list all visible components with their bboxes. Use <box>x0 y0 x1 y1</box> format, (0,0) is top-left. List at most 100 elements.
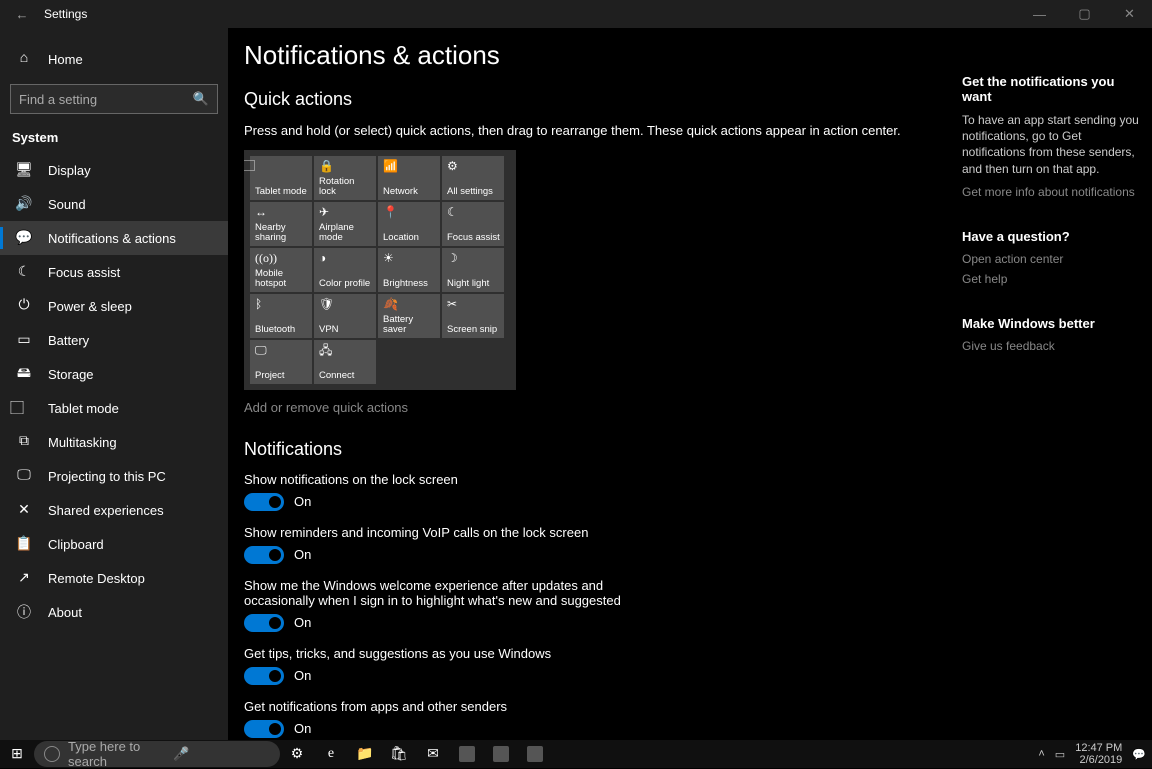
sidebar-item-multitasking[interactable]: ⧉ Multitasking <box>0 425 228 459</box>
qa-icon: ✈ <box>319 206 372 219</box>
link-feedback[interactable]: Give us feedback <box>962 339 1140 353</box>
sidebar-item-about[interactable]: ⓘAbout <box>0 595 228 629</box>
help-title-1: Get the notifications you want <box>962 74 1140 104</box>
clock[interactable]: 12:47 PM 2/6/2019 <box>1075 742 1122 766</box>
sidebar-item-tablet-mode[interactable]: ⃞Tablet mode <box>0 391 228 425</box>
qa-tile-vpn[interactable]: 🛡VPN <box>314 294 376 338</box>
help-body-1: To have an app start sending you notific… <box>962 112 1140 177</box>
tray-battery-icon[interactable]: ▭ <box>1055 748 1065 761</box>
sidebar: ⌂ Home Find a setting 🔍 System 🖥Display🔊… <box>0 28 228 740</box>
qa-tile-color-profile[interactable]: ◑Color profile <box>314 248 376 292</box>
sidebar-item-battery[interactable]: ▭Battery <box>0 323 228 357</box>
home-icon: ⌂ <box>16 51 32 67</box>
nav-icon: 🖴 <box>16 362 32 386</box>
nav-label: Multitasking <box>48 435 117 450</box>
toggle-switch[interactable] <box>244 720 284 738</box>
toggle-state: On <box>294 615 311 630</box>
nav-label: Display <box>48 163 91 178</box>
qa-tile-mobile-hotspot[interactable]: ((o))Mobile hotspot <box>250 248 312 292</box>
qa-label: Airplane mode <box>319 223 372 243</box>
qa-icon: 📶 <box>383 160 436 173</box>
nav-icon: 📋 <box>16 536 32 553</box>
app-teams[interactable] <box>518 740 552 768</box>
nav-label: About <box>48 605 82 620</box>
sidebar-item-power-sleep[interactable]: ⏻Power & sleep <box>0 289 228 323</box>
nav-label: Notifications & actions <box>48 231 176 246</box>
action-center-icon[interactable]: 💬 <box>1132 748 1146 761</box>
sidebar-item-clipboard[interactable]: 📋Clipboard <box>0 527 228 561</box>
qa-label: Focus assist <box>447 233 500 243</box>
qa-icon: ◑ <box>319 252 372 265</box>
tray-chevron-icon[interactable]: ˄ <box>1038 748 1044 760</box>
qa-tile-airplane-mode[interactable]: ✈ Airplane mode <box>314 202 376 246</box>
toggle-label: Show reminders and incoming VoIP calls o… <box>244 525 674 540</box>
quick-actions-grid: ⃞Tablet mode🔒Rotation lock📶Network⚙All s… <box>244 150 516 390</box>
search-input[interactable]: Find a setting 🔍 <box>10 84 218 114</box>
minimize-button[interactable]: — <box>1017 0 1062 28</box>
sidebar-item-storage[interactable]: 🖴Storage <box>0 357 228 391</box>
qa-tile-battery-saver[interactable]: 🍂Battery saver <box>378 294 440 338</box>
sidebar-item-projecting-to-this-pc[interactable]: 🖵Projecting to this PC <box>0 459 228 493</box>
toggle-switch[interactable] <box>244 614 284 632</box>
app-explorer[interactable]: 📁 <box>348 740 382 768</box>
close-button[interactable]: ✕ <box>1107 0 1152 28</box>
qa-tile-connect[interactable]: 🖧Connect <box>314 340 376 384</box>
toggle-switch[interactable] <box>244 546 284 564</box>
qa-tile-network[interactable]: 📶Network <box>378 156 440 200</box>
add-remove-quick-actions-link[interactable]: Add or remove quick actions <box>244 400 944 415</box>
nav-icon: ☾ <box>16 264 32 281</box>
app-mail[interactable]: ✉ <box>416 740 450 768</box>
qa-tile-rotation-lock[interactable]: 🔒Rotation lock <box>314 156 376 200</box>
sidebar-item-display[interactable]: 🖥 Display <box>0 153 228 187</box>
qa-label: Battery saver <box>383 315 436 335</box>
taskbar-search[interactable]: Type here to search 🎤 <box>34 741 280 767</box>
toggle-switch[interactable] <box>244 667 284 685</box>
sidebar-item-notifications-actions[interactable]: 💬 Notifications & actions <box>0 221 228 255</box>
qa-tile-brightness[interactable]: ☀Brightness <box>378 248 440 292</box>
link-get-help[interactable]: Get help <box>962 272 1140 286</box>
qa-tile-screen-snip[interactable]: ✂Screen snip <box>442 294 504 338</box>
qa-label: Brightness <box>383 279 436 289</box>
app-edge[interactable]: e <box>314 740 348 768</box>
home-button[interactable]: ⌂ Home <box>0 42 228 76</box>
qa-tile-night-light[interactable]: ☽Night light <box>442 248 504 292</box>
app-5[interactable] <box>450 740 484 768</box>
nav-label: Power & sleep <box>48 299 132 314</box>
qa-tile-tablet-mode[interactable]: ⃞Tablet mode <box>250 156 312 200</box>
sidebar-item-shared-experiences[interactable]: ✕Shared experiences <box>0 493 228 527</box>
qa-icon: 🖧 <box>319 344 372 357</box>
qa-tile-nearby-sharing[interactable]: ↔Nearby sharing <box>250 202 312 246</box>
help-title-2: Have a question? <box>962 229 1140 244</box>
qa-icon: 🔒 <box>319 160 372 173</box>
toggle-switch[interactable] <box>244 493 284 511</box>
quick-actions-heading: Quick actions <box>244 89 944 110</box>
help-link-info[interactable]: Get more info about notifications <box>962 185 1140 199</box>
cortana-icon <box>44 746 60 762</box>
toggle-setting: Show reminders and incoming VoIP calls o… <box>244 525 944 564</box>
qa-label: Screen snip <box>447 325 500 335</box>
toggle-setting: Get tips, tricks, and suggestions as you… <box>244 646 944 685</box>
nav-icon: 💬 <box>16 230 32 247</box>
help-title-3: Make Windows better <box>962 316 1140 331</box>
app-6[interactable] <box>484 740 518 768</box>
sidebar-item-remote-desktop[interactable]: ↗Remote Desktop <box>0 561 228 595</box>
start-button[interactable]: ⊞ <box>0 740 34 768</box>
link-open-action-center[interactable]: Open action center <box>962 252 1140 266</box>
nav-icon: ⧉ <box>16 434 32 450</box>
app-store[interactable]: 🛍 <box>382 740 416 768</box>
taskbar-search-placeholder: Type here to search <box>68 739 165 769</box>
qa-tile-project[interactable]: 🖵Project <box>250 340 312 384</box>
app-settings[interactable]: ⚙ <box>280 740 314 768</box>
qa-tile-focus-assist[interactable]: ☾Focus assist <box>442 202 504 246</box>
qa-tile-location[interactable]: 📍Location <box>378 202 440 246</box>
sidebar-item-focus-assist[interactable]: ☾Focus assist <box>0 255 228 289</box>
sidebar-item-sound[interactable]: 🔊Sound <box>0 187 228 221</box>
qa-tile-bluetooth[interactable]: ᛒBluetooth <box>250 294 312 338</box>
qa-tile-all-settings[interactable]: ⚙All settings <box>442 156 504 200</box>
toggle-state: On <box>294 668 311 683</box>
back-button[interactable]: ← <box>0 7 44 22</box>
nav-icon: 🖥 <box>16 162 32 179</box>
qa-label: Project <box>255 371 308 381</box>
qa-icon: ((o)) <box>255 252 308 265</box>
maximize-button[interactable]: ▢ <box>1062 0 1107 28</box>
